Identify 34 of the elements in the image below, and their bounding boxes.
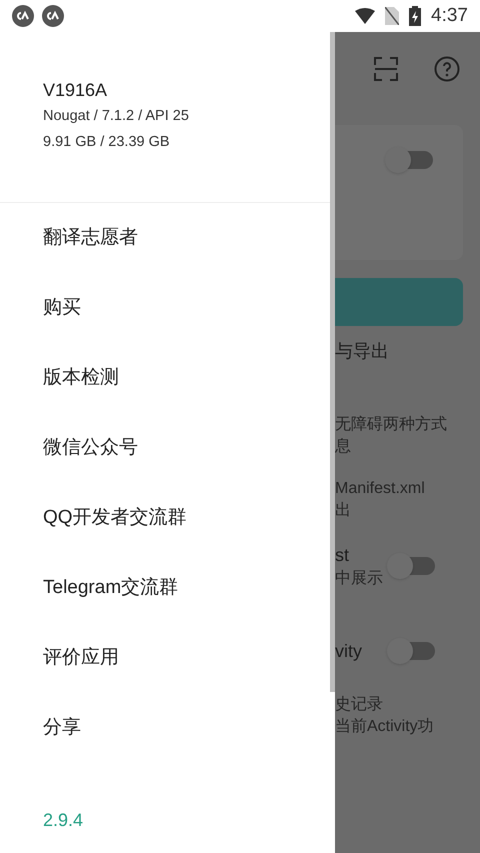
setting-title: 与导出 — [335, 340, 390, 363]
version-label: 2.9.4 — [43, 809, 84, 832]
menu-item[interactable]: 分享 — [0, 693, 330, 763]
toggle-switch[interactable] — [387, 553, 435, 579]
setting-title: st — [335, 544, 350, 567]
toggle-switch[interactable] — [385, 147, 433, 173]
no-sim-icon — [385, 7, 400, 25]
setting-description: 息 — [335, 437, 352, 457]
setting-description: Manifest.xml — [335, 479, 426, 499]
scan-icon[interactable] — [374, 56, 398, 80]
app-logo-icon — [42, 5, 64, 27]
wifi-icon — [355, 8, 376, 24]
menu-item[interactable]: Telegram交流群 — [0, 553, 330, 623]
setting-description: 中展示 — [335, 568, 384, 589]
menu-item[interactable]: QQ开发者交流群 — [0, 483, 330, 553]
setting-description: 无障碍两种方式 — [335, 414, 447, 435]
menu-item[interactable]: 版本检测 — [0, 343, 330, 413]
help-icon[interactable] — [434, 56, 460, 82]
setting-description: 出 — [335, 500, 352, 521]
setting-description: 当前Activity功 — [335, 716, 435, 737]
battery-charging-icon — [409, 6, 422, 26]
menu-item[interactable]: 购买 — [0, 273, 330, 343]
system-info: Nougat / 7.1.2 / API 25 — [43, 107, 190, 126]
action-bar[interactable] — [335, 278, 463, 326]
setting-title: vity — [335, 640, 363, 663]
menu-item[interactable]: 微信公众号 — [0, 413, 330, 483]
device-model: V1916A — [43, 79, 108, 102]
toggle-switch[interactable] — [387, 638, 435, 664]
app-logo-icon — [12, 5, 34, 27]
menu-item[interactable]: 评价应用 — [0, 623, 330, 693]
clock: 4:37 — [431, 4, 468, 28]
setting-description: 史记录 — [335, 694, 384, 715]
menu-item[interactable]: 翻译志愿者 — [0, 203, 330, 273]
storage-info: 9.91 GB / 23.39 GB — [43, 133, 171, 152]
